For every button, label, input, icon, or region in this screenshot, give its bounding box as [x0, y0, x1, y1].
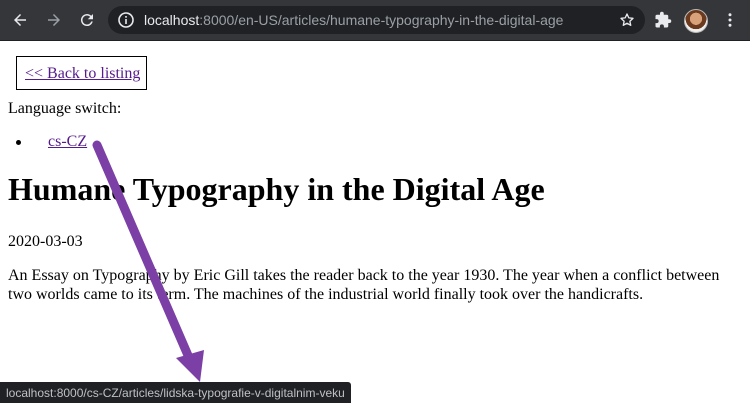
- page-content: << Back to listing Language switch: cs-C…: [0, 41, 750, 403]
- language-list: cs-CZ: [15, 133, 87, 151]
- language-item: cs-CZ: [15, 133, 87, 151]
- extensions-puzzle-icon[interactable]: [654, 11, 672, 29]
- language-switch-label: Language switch:: [8, 100, 122, 117]
- back-to-listing-link[interactable]: << Back to listing: [25, 65, 140, 83]
- browser-toolbar: localhost:8000/en-US/articles/humane-typ…: [0, 0, 750, 41]
- forward-arrow-icon[interactable]: [42, 8, 66, 32]
- profile-avatar[interactable]: [684, 9, 708, 33]
- url-path: :8000/en-US/articles/humane-typography-i…: [199, 12, 564, 28]
- bookmark-star-icon[interactable]: [619, 12, 635, 28]
- back-link-box: << Back to listing: [16, 56, 147, 90]
- article-body: An Essay on Typography by Eric Gill take…: [8, 267, 720, 303]
- reload-icon[interactable]: [75, 8, 99, 32]
- address-bar[interactable]: localhost:8000/en-US/articles/humane-typ…: [108, 6, 645, 34]
- url-host: localhost: [144, 12, 200, 28]
- status-bar: localhost:8000/cs-CZ/articles/lidska-typ…: [0, 382, 351, 403]
- language-link-cs-cz[interactable]: cs-CZ: [48, 133, 87, 150]
- article-title: Humane Typography in the Digital Age: [8, 171, 545, 207]
- kebab-menu-icon[interactable]: [721, 11, 739, 29]
- article-date: 2020-03-03: [8, 233, 83, 250]
- info-icon[interactable]: [118, 12, 134, 28]
- back-arrow-icon[interactable]: [8, 8, 32, 32]
- url-text: localhost:8000/en-US/articles/humane-typ…: [144, 12, 563, 28]
